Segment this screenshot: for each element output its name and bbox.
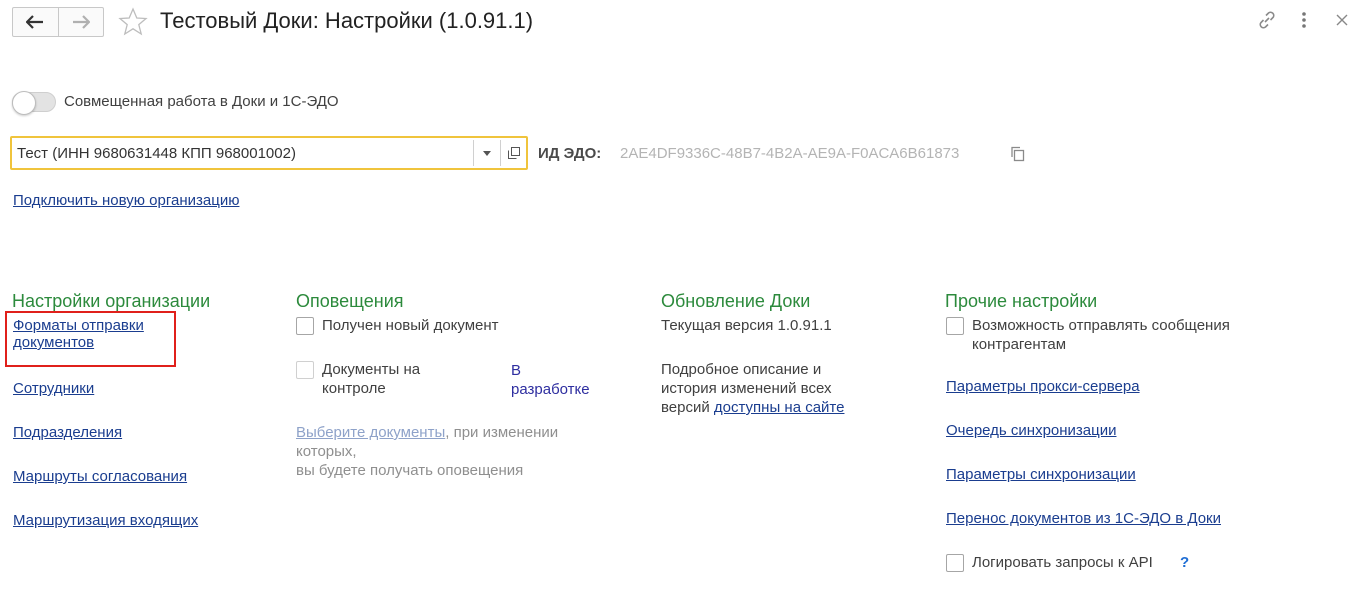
link-icon[interactable] xyxy=(1256,9,1278,31)
sync-queue-link[interactable]: Очередь синхронизации xyxy=(946,422,1117,439)
send-messages-label: Возможность отправлять сообщения контраг… xyxy=(972,316,1230,354)
update-description: Подробное описание и история изменений в… xyxy=(661,360,844,417)
site-link[interactable]: доступны на сайте xyxy=(714,399,845,416)
help-icon[interactable]: ? xyxy=(1180,554,1189,571)
combined-work-label: Совмещенная работа в Доки и 1С-ЭДО xyxy=(64,93,339,110)
more-menu-icon[interactable] xyxy=(1293,9,1315,31)
close-icon[interactable] xyxy=(1331,9,1353,31)
new-document-label: Получен новый документ xyxy=(322,317,499,334)
connect-organization-link[interactable]: Подключить новую организацию xyxy=(13,192,239,209)
on-control-line2: контроле xyxy=(322,380,386,397)
forward-button[interactable] xyxy=(57,8,104,36)
other-settings-heading: Прочие настройки xyxy=(945,291,1098,311)
current-version-text: Текущая версия 1.0.91.1 xyxy=(661,317,832,334)
back-button[interactable] xyxy=(13,8,58,36)
combined-work-toggle[interactable] xyxy=(12,91,56,115)
arrow-right-icon xyxy=(72,15,90,29)
copy-icon[interactable] xyxy=(1009,145,1027,163)
choose-documents-rest1: , при изменении xyxy=(445,424,559,441)
send-messages-line2: контрагентам xyxy=(972,336,1067,353)
proxy-settings-link[interactable]: Параметры прокси-сервера xyxy=(946,378,1140,395)
log-api-label: Логировать запросы к API xyxy=(972,554,1153,571)
send-messages-checkbox[interactable] xyxy=(946,317,964,335)
org-settings-heading: Настройки организации xyxy=(12,291,211,311)
choose-documents-rest3: вы будете получать оповещения xyxy=(296,462,524,479)
navigation-buttons xyxy=(12,7,104,37)
send-formats-line1: Форматы отправки xyxy=(13,317,144,334)
update-desc-line1: Подробное описание и xyxy=(661,361,822,378)
update-desc-line2: история изменений всех xyxy=(661,380,832,397)
arrow-left-icon xyxy=(26,15,44,29)
update-desc-line3: версий xyxy=(661,399,710,416)
send-messages-line1: Возможность отправлять сообщения xyxy=(972,317,1230,334)
favorite-star-icon[interactable] xyxy=(118,7,148,37)
in-development-line2: разработке xyxy=(511,381,590,398)
choose-documents-link[interactable]: Выберите документы xyxy=(296,424,445,441)
employees-link[interactable]: Сотрудники xyxy=(13,380,94,397)
in-development-line1: В xyxy=(511,362,522,379)
in-development-text: В разработке xyxy=(511,361,590,399)
choose-documents-rest2: которых, xyxy=(296,443,357,460)
departments-link[interactable]: Подразделения xyxy=(13,424,122,441)
chevron-down-icon xyxy=(482,150,491,156)
send-formats-link[interactable]: Форматы отправки документов xyxy=(13,317,144,351)
edo-id-label: ИД ЭДО: xyxy=(538,145,602,162)
send-formats-line2: документов xyxy=(13,334,95,351)
edo-id-value: 2AE4DF9336C-48B7-4B2A-AE9A-F0ACA6B61873 xyxy=(620,145,960,162)
approval-routes-link[interactable]: Маршруты согласования xyxy=(13,468,187,485)
incoming-routing-link[interactable]: Маршрутизация входящих xyxy=(13,512,198,529)
sync-params-link[interactable]: Параметры синхронизации xyxy=(946,466,1136,483)
choose-documents-hint: Выберите документы, при изменении которы… xyxy=(296,423,606,480)
on-control-label: Документы на контроле xyxy=(322,360,420,398)
page-title: Тестовый Доки: Настройки (1.0.91.1) xyxy=(160,8,534,33)
notifications-heading: Оповещения xyxy=(296,291,404,311)
new-document-checkbox[interactable] xyxy=(296,317,314,335)
transfer-documents-link[interactable]: Перенос документов из 1С-ЭДО в Доки xyxy=(946,510,1221,527)
open-window-icon xyxy=(507,147,520,159)
log-api-checkbox[interactable] xyxy=(946,554,964,572)
open-organization-button[interactable] xyxy=(500,140,526,166)
update-heading: Обновление Доки xyxy=(661,291,811,311)
organization-select[interactable]: Тест (ИНН 9680631448 КПП 968001002) xyxy=(10,136,528,170)
on-control-checkbox[interactable] xyxy=(296,361,314,379)
on-control-line1: Документы на xyxy=(322,361,421,378)
organization-value: Тест (ИНН 9680631448 КПП 968001002) xyxy=(17,145,296,162)
dropdown-button[interactable] xyxy=(473,140,499,166)
